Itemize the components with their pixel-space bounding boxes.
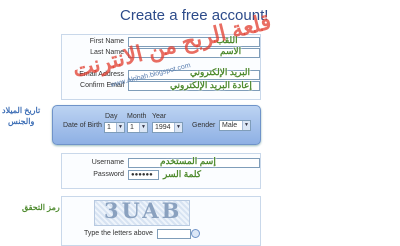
gender-select[interactable]: Male ▼ [219,120,251,131]
date-of-birth-label: Date of Birth [63,122,102,129]
username-label: Username [91,159,124,166]
dob-annotation-line2: والجنس [8,117,35,126]
email-annotation: البريد الإلكتروني [190,67,251,77]
last-name-annotation: الاسم [220,46,242,56]
gender-label: Gender [192,122,216,129]
captcha-annotation: رمز التحقق [22,203,60,212]
dob-annotation-line1: تاريخ الميلاد [2,106,41,115]
day-value: 1 [107,124,111,131]
password-annotation: كلمة السر [163,169,202,179]
day-select[interactable]: 1 ▼ [104,122,125,133]
password-label: Password [93,171,124,178]
chevron-down-icon: ▼ [242,121,250,130]
captcha-image-text: 3UAB [104,198,183,223]
chevron-down-icon: ▼ [174,123,182,132]
day-label: Day [105,113,118,120]
year-label: Year [152,113,167,120]
year-value: 1994 [155,124,171,131]
gender-value: Male [222,122,238,129]
captcha-input[interactable] [157,229,191,239]
last-name-label: Last Name [90,49,124,56]
month-value: 1 [130,124,134,131]
month-label: Month [127,113,147,120]
password-input[interactable]: ●●●●●● [128,170,159,180]
username-annotation: إسم المستخدم [160,156,216,166]
chevron-down-icon: ▼ [116,123,124,132]
chevron-down-icon: ▼ [139,123,147,132]
first-name-annotation: اللقب [216,35,238,45]
year-select[interactable]: 1994 ▼ [152,122,183,133]
confirm-email-annotation: إعادة البريد الإلكتروني [170,80,252,90]
email-label: Email Address [79,71,124,78]
refresh-icon[interactable] [191,229,200,238]
captcha-prompt: Type the letters above [84,230,153,237]
month-select[interactable]: 1 ▼ [127,122,148,133]
page-title: Create a free account! [120,7,269,24]
first-name-label: First Name [89,38,124,45]
